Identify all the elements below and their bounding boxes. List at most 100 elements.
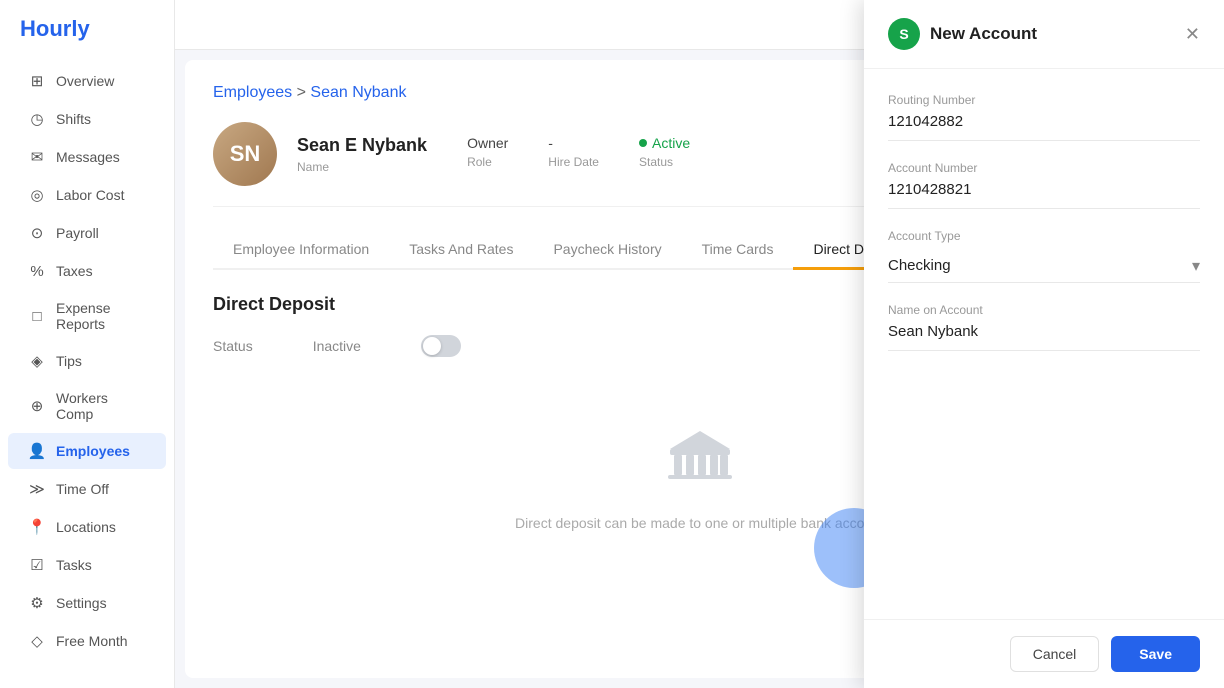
sidebar-item-label: Tips [56, 353, 82, 369]
overview-icon: ⊞ [28, 72, 46, 90]
new-account-modal: S New Account ✕ Routing Number 121042882… [864, 0, 1224, 688]
close-button[interactable]: ✕ [1185, 24, 1200, 45]
account-type-select-wrap: Checking Savings ▾ [888, 249, 1200, 283]
status-dot [639, 139, 647, 147]
employees-icon: 👤 [28, 442, 46, 460]
sidebar-item-labor-cost[interactable]: ◎ Labor Cost [8, 177, 166, 213]
sidebar-item-locations[interactable]: 📍 Locations [8, 509, 166, 545]
settings-icon: ⚙ [28, 594, 46, 612]
sidebar-item-label: Tasks [56, 557, 92, 573]
status-label: Status [639, 155, 690, 169]
shifts-icon: ◷ [28, 110, 46, 128]
sidebar-item-label: Overview [56, 73, 114, 89]
sidebar-item-label: Messages [56, 149, 120, 165]
sidebar-item-expense-reports[interactable]: □ Expense Reports [8, 291, 166, 341]
save-button[interactable]: Save [1111, 636, 1200, 672]
tab-time-cards[interactable]: Time Cards [682, 231, 794, 270]
routing-number-label: Routing Number [888, 93, 1200, 107]
sidebar-item-tasks[interactable]: ☑ Tasks [8, 547, 166, 583]
sidebar-item-free-month[interactable]: ◇ Free Month [8, 623, 166, 659]
sidebar-item-label: Shifts [56, 111, 91, 127]
app-logo: Hourly [0, 16, 174, 62]
breadcrumb-current: Sean Nybank [310, 84, 406, 101]
sidebar-item-label: Payroll [56, 225, 99, 241]
name-on-account-group: Name on Account Sean Nybank [888, 303, 1200, 351]
sidebar-item-label: Time Off [56, 481, 109, 497]
employee-hire-date: - [548, 135, 599, 151]
modal-header: S New Account ✕ [864, 0, 1224, 69]
modal-footer: Cancel Save [864, 619, 1224, 688]
avatar: SN [213, 122, 277, 186]
sidebar-item-time-off[interactable]: ≫ Time Off [8, 471, 166, 507]
account-type-group: Account Type Checking Savings ▾ [888, 229, 1200, 283]
account-number-label: Account Number [888, 161, 1200, 175]
sidebar-item-overview[interactable]: ⊞ Overview [8, 63, 166, 99]
inactive-badge: Inactive [313, 338, 361, 354]
status-badge: Active [639, 135, 690, 151]
tab-paycheck-history[interactable]: Paycheck History [533, 231, 681, 270]
payroll-icon: ⊙ [28, 224, 46, 242]
hire-date-label: Hire Date [548, 155, 599, 169]
toggle-knob [423, 337, 441, 355]
employee-name-field: Sean E Nybank Name [297, 135, 427, 174]
routing-number-group: Routing Number 121042882 [888, 93, 1200, 141]
routing-number-value[interactable]: 121042882 [888, 113, 1200, 141]
employee-hire-date-field: - Hire Date [548, 135, 599, 169]
sidebar-item-tips[interactable]: ◈ Tips [8, 343, 166, 379]
modal-avatar: S [888, 18, 920, 50]
employee-role: Owner [467, 135, 508, 151]
expense-reports-icon: □ [28, 307, 46, 325]
workers-comp-icon: ⊕ [28, 397, 46, 415]
main-area: ? Conta... Employees > Sean Nybank SN Se… [175, 0, 1224, 688]
name-label: Name [297, 160, 427, 174]
time-off-icon: ≫ [28, 480, 46, 498]
sidebar-item-label: Locations [56, 519, 116, 535]
bank-empty-text: Direct deposit can be made to one or mul… [515, 515, 884, 531]
sidebar-item-label: Settings [56, 595, 107, 611]
sidebar-item-label: Free Month [56, 633, 128, 649]
sidebar-item-workers-comp[interactable]: ⊕ Workers Comp [8, 381, 166, 431]
sidebar-item-messages[interactable]: ✉ Messages [8, 139, 166, 175]
messages-icon: ✉ [28, 148, 46, 166]
modal-body: Routing Number 121042882 Account Number … [864, 69, 1224, 619]
status-toggle[interactable] [421, 335, 461, 357]
account-number-value[interactable]: 1210428821 [888, 181, 1200, 209]
sidebar-item-label: Taxes [56, 263, 93, 279]
role-label: Role [467, 155, 508, 169]
free-month-icon: ◇ [28, 632, 46, 650]
account-type-label: Account Type [888, 229, 1200, 243]
account-number-group: Account Number 1210428821 [888, 161, 1200, 209]
sidebar: Hourly ⊞ Overview ◷ Shifts ✉ Messages ◎ … [0, 0, 175, 688]
modal-title: New Account [930, 24, 1037, 44]
labor-cost-icon: ◎ [28, 186, 46, 204]
breadcrumb-parent[interactable]: Employees [213, 84, 292, 101]
account-type-select[interactable]: Checking Savings [888, 249, 1200, 283]
tasks-icon: ☑ [28, 556, 46, 574]
tips-icon: ◈ [28, 352, 46, 370]
sidebar-item-label: Employees [56, 443, 130, 459]
taxes-icon: % [28, 262, 46, 280]
employee-role-field: Owner Role [467, 135, 508, 169]
sidebar-item-payroll[interactable]: ⊙ Payroll [8, 215, 166, 251]
employee-info: Sean E Nybank Name Owner Role - Hire Dat… [297, 135, 690, 174]
modal-title-area: S New Account [888, 18, 1037, 50]
bank-icon [664, 427, 736, 499]
employee-status-field: Active Status [639, 135, 690, 169]
sidebar-item-settings[interactable]: ⚙ Settings [8, 585, 166, 621]
status-field-label: Status [213, 338, 253, 354]
sidebar-item-taxes[interactable]: % Taxes [8, 253, 166, 289]
tab-tasks-and-rates[interactable]: Tasks And Rates [389, 231, 533, 270]
name-on-account-value[interactable]: Sean Nybank [888, 323, 1200, 351]
avatar-placeholder: SN [213, 122, 277, 186]
sidebar-item-label: Workers Comp [56, 390, 146, 422]
sidebar-item-shifts[interactable]: ◷ Shifts [8, 101, 166, 137]
cancel-button[interactable]: Cancel [1010, 636, 1100, 672]
name-on-account-label: Name on Account [888, 303, 1200, 317]
sidebar-item-employees[interactable]: 👤 Employees [8, 433, 166, 469]
employee-name: Sean E Nybank [297, 135, 427, 156]
tab-employee-information[interactable]: Employee Information [213, 231, 389, 270]
sidebar-item-label: Labor Cost [56, 187, 124, 203]
locations-icon: 📍 [28, 518, 46, 536]
breadcrumb-separator: > [297, 84, 311, 101]
sidebar-item-label: Expense Reports [56, 300, 146, 332]
